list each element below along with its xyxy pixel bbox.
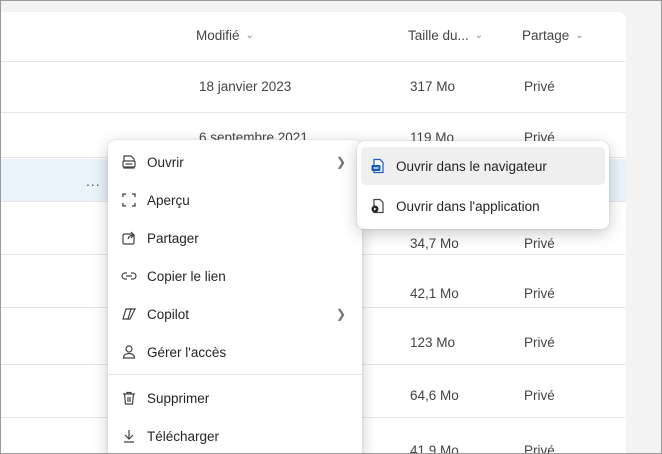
chevron-down-icon: ⌄ [245,30,254,41]
open-submenu: Ouvrir dans le navigateur Ouvrir dans l'… [357,141,609,229]
submenu-item-open-in-browser[interactable]: Ouvrir dans le navigateur [361,147,605,185]
submenu-item-open-in-app[interactable]: Ouvrir dans l'application [361,187,605,225]
chevron-down-icon: ⌄ [474,30,484,41]
context-menu: Ouvrir ❯ Aperçu Partager Copier le lien … [108,140,362,454]
cell-sharing: Privé [524,79,555,94]
cell-sharing: Privé [524,286,555,301]
cell-size: 317 Mo [410,79,456,94]
cell-sharing: Privé [524,236,555,251]
menu-item-manage-access[interactable]: Gérer l'accès [112,334,358,370]
menu-item-copilot-label: Copilot [147,306,190,322]
cell-size: 42,1 Mo [410,286,459,301]
menu-item-manage-access-label: Gérer l'accès [147,344,227,360]
menu-item-share[interactable]: Partager [112,220,358,256]
menu-item-delete-label: Supprimer [147,390,210,406]
cell-size: 34,7 Mo [410,236,459,251]
menu-item-copy-link-label: Copier le lien [147,268,226,284]
cell-size: 64,6 Mo [410,388,459,403]
cell-sharing: Privé [524,443,555,454]
chevron-down-icon: ⌄ [575,30,584,41]
column-header-size[interactable]: Taille du... ⌄ [408,28,483,43]
menu-item-copilot[interactable]: Copilot ❯ [112,296,358,332]
share-icon [120,229,138,247]
column-header-sharing-label: Partage [522,28,570,43]
cell-sharing: Privé [524,388,555,403]
person-icon [120,343,138,361]
column-header-row: Modifié ⌄ Taille du... ⌄ Partage ⌄ [0,12,626,62]
cell-size: 123 Mo [410,335,456,350]
link-icon [120,267,138,285]
cell-size: 41,9 Mo [410,443,459,454]
menu-divider [108,374,362,375]
table-row[interactable]: 18 janvier 2023 317 Mo Privé [0,63,626,113]
submenu-item-open-in-browser-label: Ouvrir dans le navigateur [396,158,547,174]
cell-modified: 18 janvier 2023 [199,79,292,94]
preview-icon [120,191,138,209]
column-header-size-label: Taille du... [408,28,469,43]
app-doc-icon [369,197,387,215]
menu-item-delete[interactable]: Supprimer [112,380,358,416]
column-header-modified-label: Modifié [196,28,240,43]
menu-item-download[interactable]: Télécharger [112,418,358,454]
menu-item-open-label: Ouvrir [147,154,184,170]
cell-sharing: Privé [524,335,555,350]
download-icon [120,427,138,445]
menu-item-preview[interactable]: Aperçu [112,182,358,218]
chevron-right-icon: ❯ [335,307,346,321]
trash-icon [120,389,138,407]
more-options-button[interactable]: ... [86,173,101,189]
open-icon [120,153,138,171]
menu-item-share-label: Partager [147,230,199,246]
submenu-item-open-in-app-label: Ouvrir dans l'application [396,198,540,214]
menu-item-preview-label: Aperçu [147,192,190,208]
browser-doc-icon [369,157,387,175]
menu-item-download-label: Télécharger [147,428,220,444]
copilot-icon [120,305,138,323]
column-header-modified[interactable]: Modifié ⌄ [196,28,254,43]
menu-item-open[interactable]: Ouvrir ❯ [112,144,358,180]
menu-item-copy-link[interactable]: Copier le lien [112,258,358,294]
chevron-right-icon: ❯ [335,155,346,169]
column-header-sharing[interactable]: Partage ⌄ [522,28,584,43]
